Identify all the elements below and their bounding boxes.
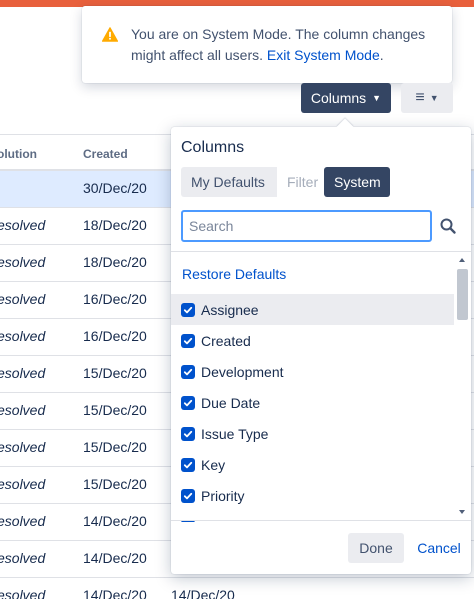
columns-button[interactable]: Columns ▼ <box>301 83 391 113</box>
column-option-label: Priority <box>201 487 245 504</box>
resolution-cell: esolved <box>0 291 46 307</box>
search-input[interactable] <box>183 212 430 240</box>
restore-defaults-link[interactable]: Restore Defaults <box>182 266 286 282</box>
column-option-label: Due Date <box>201 394 261 411</box>
columns-dialog: Columns My Defaults Filter System Restor… <box>171 118 471 574</box>
exit-system-mode-link[interactable]: Exit System Mode <box>267 47 380 63</box>
column-option[interactable]: Created <box>171 325 454 356</box>
column-option[interactable]: Key <box>171 449 454 480</box>
created-cell: 18/Dec/20 <box>83 217 147 233</box>
search-icon[interactable] <box>439 217 457 235</box>
created-cell: 30/Dec/20 <box>83 180 147 196</box>
flag-message-end: . <box>379 47 384 63</box>
dialog-title: Columns <box>181 139 245 156</box>
resolution-cell: esolved <box>0 550 46 566</box>
resolution-cell: esolved <box>0 328 46 344</box>
resolution-cell: esolved <box>0 476 46 492</box>
checkbox-checked-icon[interactable] <box>181 395 195 410</box>
tab-filter[interactable]: Filter <box>277 167 324 197</box>
system-mode-flag: You are on System Mode. The column chang… <box>82 6 452 83</box>
divider <box>171 520 471 521</box>
column-option-label: Created <box>201 332 251 349</box>
column-option[interactable]: Development <box>171 356 454 387</box>
created-cell: 16/Dec/20 <box>83 291 147 307</box>
checkbox-checked-icon[interactable] <box>181 457 195 472</box>
checkbox-checked-icon[interactable] <box>181 333 195 348</box>
column-option-label: Key <box>201 456 226 473</box>
resolution-column-header[interactable]: olution <box>0 147 37 161</box>
checkbox-checked-icon[interactable] <box>181 426 195 441</box>
column-option-label: Development <box>201 363 284 380</box>
created-cell: 15/Dec/20 <box>83 476 147 492</box>
column-scope-tabs: My Defaults Filter System <box>181 167 390 197</box>
column-option[interactable]: Priority <box>171 480 454 511</box>
chevron-down-icon: ▼ <box>429 93 439 103</box>
checkbox-checked-icon[interactable] <box>181 364 195 379</box>
resolution-cell: esolved <box>0 217 46 233</box>
column-option[interactable]: Due Date <box>171 387 454 418</box>
created-cell: 14/Dec/20 <box>83 513 147 529</box>
column-list-scrollbar[interactable] <box>456 255 469 519</box>
tab-my-defaults[interactable]: My Defaults <box>181 167 277 197</box>
resolution-cell: esolved <box>0 513 46 529</box>
tab-system[interactable]: System <box>324 167 390 197</box>
checkbox-checked-icon[interactable] <box>181 488 195 503</box>
table-row[interactable]: esolved 14/Dec/20 14/Dec/20 <box>0 578 474 599</box>
resolution-cell: esolved <box>0 365 46 381</box>
columns-button-label: Columns <box>310 90 367 106</box>
created-cell: 14/Dec/20 <box>83 550 147 566</box>
column-list: Assignee Created Development Due Date Issue … <box>171 294 454 522</box>
created-cell: 18/Dec/20 <box>83 254 147 270</box>
list-icon: ≡ <box>415 89 425 106</box>
created-cell: 15/Dec/20 <box>83 402 147 418</box>
chevron-down-icon: ▼ <box>372 92 382 103</box>
column-option[interactable]: Issue Type <box>171 418 454 449</box>
scrollbar-thumb[interactable] <box>457 269 468 320</box>
resolution-cell: esolved <box>0 587 46 599</box>
divider <box>171 251 471 252</box>
column-option[interactable]: Assignee <box>171 294 454 325</box>
scroll-up-icon[interactable] <box>459 258 465 262</box>
view-options-button[interactable]: ≡ ▼ <box>401 83 453 113</box>
scroll-down-icon[interactable] <box>459 510 465 514</box>
cancel-button[interactable]: Cancel <box>411 533 467 563</box>
done-button[interactable]: Done <box>348 533 404 563</box>
dialog-pointer <box>336 118 354 136</box>
resolution-cell: esolved <box>0 402 46 418</box>
created-column-header[interactable]: Created <box>83 147 128 161</box>
date-cell: 14/Dec/20 <box>171 587 235 599</box>
column-option-label: Issue Type <box>201 425 269 442</box>
flag-message: You are on System Mode. The column chang… <box>131 24 436 66</box>
resolution-cell: esolved <box>0 439 46 455</box>
created-cell: 14/Dec/20 <box>83 587 147 599</box>
created-cell: 15/Dec/20 <box>83 439 147 455</box>
created-cell: 16/Dec/20 <box>83 328 147 344</box>
checkbox-checked-icon[interactable] <box>181 302 195 317</box>
warning-icon <box>102 27 118 42</box>
column-option-label: Assignee <box>201 301 259 318</box>
created-cell: 15/Dec/20 <box>83 365 147 381</box>
search-field[interactable] <box>181 210 432 242</box>
resolution-cell: esolved <box>0 254 46 270</box>
